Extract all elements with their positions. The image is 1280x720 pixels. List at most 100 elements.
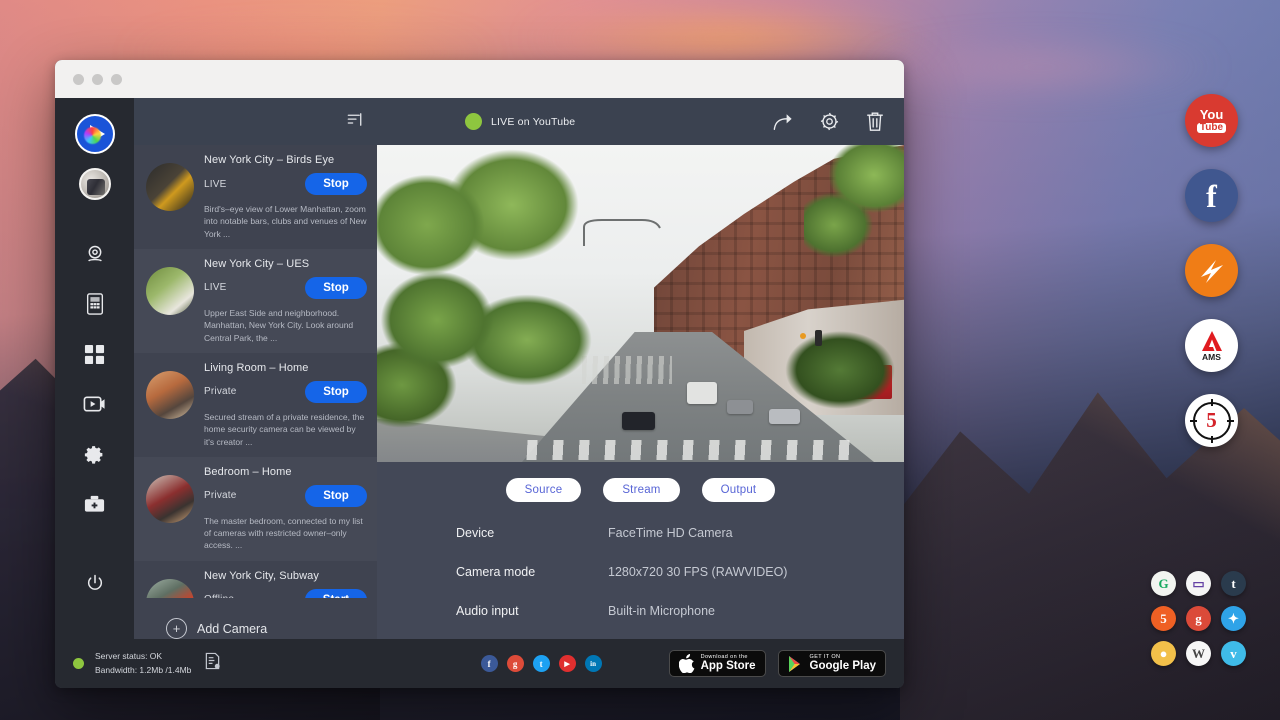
delete-button[interactable] (862, 109, 888, 135)
camera-action-button[interactable]: Stop (305, 173, 367, 195)
adobe-ams-logo-icon: AMS (1200, 330, 1224, 362)
camera-list-item[interactable]: New York City, SubwayOfflineStartNew Yor… (134, 561, 377, 598)
camera-list-item[interactable]: Living Room – HomePrivateStopSecured str… (134, 353, 377, 457)
window-titlebar[interactable] (55, 60, 904, 98)
camera-status-row: PrivateStop (204, 485, 367, 507)
camera-title: Living Room – Home (204, 362, 367, 374)
camera-item-body: Bedroom – Home PrivateStop The master bedr… (204, 466, 367, 552)
sidebar-item-cameras[interactable] (75, 234, 115, 274)
dock-app-facebook[interactable]: f (1185, 169, 1238, 222)
dock-mini-twitch[interactable]: ▭ (1186, 571, 1211, 596)
sidebar-item-grid[interactable] (75, 334, 115, 374)
camera-title: Bedroom – Home (204, 466, 367, 478)
sky-cloud-streak (860, 40, 1220, 94)
tab-source[interactable]: Source (506, 478, 582, 502)
camera-item-body: New York City, SubwayOfflineStartNew Yor… (204, 570, 367, 598)
info-row: Audio inputBuilt-in Microphone (456, 604, 904, 618)
tab-output[interactable]: Output (702, 478, 776, 502)
preview-vehicle (687, 382, 717, 404)
dock-mini-flickr[interactable]: ● (1151, 641, 1176, 666)
camera-action-button[interactable]: Stop (305, 485, 367, 507)
social-link-youtube[interactable]: ▶ (559, 655, 576, 672)
camera-list-toolbar (134, 98, 377, 145)
camera-status-row: LIVEStop (204, 173, 367, 195)
camera-list-item[interactable]: New York City – Birds EyeLIVEStopBird's–… (134, 145, 377, 249)
dock-mini-tumblr[interactable]: t (1221, 571, 1246, 596)
video-preview[interactable] (377, 145, 904, 462)
camera-list-item[interactable]: Bedroom – Home PrivateStop The master bedr… (134, 457, 377, 561)
sidebar-item-devices[interactable] (75, 284, 115, 324)
dock-mini-wordpress[interactable]: W (1186, 641, 1211, 666)
camera-description: The master bedroom, connected to my list… (204, 515, 367, 552)
video-player-icon (83, 395, 106, 413)
camera-list-item[interactable]: New York City – UESLIVEStopUpper East Si… (134, 249, 377, 353)
social-link-twitter[interactable]: t (533, 655, 550, 672)
info-value[interactable]: Built-in Microphone (608, 604, 715, 618)
camera-item-body: New York City – UESLIVEStopUpper East Si… (204, 258, 367, 344)
camera-list-scroll[interactable]: New York City – Birds EyeLIVEStopBird's–… (134, 145, 377, 598)
gear-icon (819, 111, 840, 132)
adobe-ams-label: AMS (1202, 353, 1221, 362)
application-window: New York City – Birds EyeLIVEStopBird's–… (55, 60, 904, 688)
share-button[interactable] (770, 109, 796, 135)
desktop-mini-dock: G ▭ t 5g ✦ ● Wv (1146, 566, 1251, 671)
social-link-facebook[interactable]: f (481, 655, 498, 672)
camera-title: New York City – UES (204, 258, 367, 270)
camera-action-button[interactable]: Stop (305, 381, 367, 403)
zoom-button[interactable] (111, 74, 122, 85)
info-label: Camera mode (456, 565, 608, 579)
wirecast-bolt-icon (1194, 253, 1230, 289)
youtube-logo-icon: YouTube (1197, 108, 1226, 133)
apple-icon (679, 654, 695, 673)
camera-action-button[interactable]: Stop (305, 277, 367, 299)
dock-app-adobe-ams[interactable]: AMS (1185, 319, 1238, 372)
sidebar-item-settings[interactable] (75, 434, 115, 474)
sidebar-item-app-logo[interactable] (75, 114, 115, 154)
store-badge-app-store[interactable]: Download on theApp Store (669, 650, 766, 677)
dock-app-wirecast[interactable] (1185, 244, 1238, 297)
social-link-linkedin[interactable]: in (585, 655, 602, 672)
sidebar-item-player[interactable] (75, 384, 115, 424)
sidebar-rail (55, 98, 134, 639)
social-link-google-plus[interactable]: g (507, 655, 524, 672)
play-triangle-icon (788, 655, 804, 673)
dock-app-youtube[interactable]: YouTube (1185, 94, 1238, 147)
sidebar-item-power[interactable] (75, 563, 115, 603)
preview-traffic-signal (815, 330, 822, 346)
dock-mini-grammarly[interactable]: G (1151, 571, 1176, 596)
sidebar-item-support[interactable] (75, 484, 115, 524)
store-main-label: Google Play (810, 660, 876, 672)
close-button[interactable] (73, 74, 84, 85)
store-badge-google-play[interactable]: GET IT ONGoogle Play (778, 650, 886, 677)
dock-mini-five-orange[interactable]: 5 (1151, 606, 1176, 631)
camera-status-row: LIVEStop (204, 277, 367, 299)
sky-cloud-streak (520, 8, 940, 68)
adobe-a-icon (1200, 330, 1224, 352)
log-document-icon[interactable] (204, 652, 221, 675)
dock-mini-vimeo[interactable]: v (1221, 641, 1246, 666)
camera-thumbnail (146, 475, 194, 523)
info-row: Camera mode1280x720 30 FPS (RAWVIDEO) (456, 565, 904, 579)
info-value[interactable]: FaceTime HD Camera (608, 526, 733, 540)
sidebar-item-user-avatar[interactable] (79, 168, 111, 200)
first-aid-kit-icon (83, 494, 106, 514)
add-camera-button[interactable]: + Add Camera (134, 598, 377, 639)
camera-thumbnail (146, 371, 194, 419)
store-badges: Download on theApp Store GET IT ONGoogle … (669, 650, 886, 677)
camera-item-body: New York City – Birds EyeLIVEStopBird's–… (204, 154, 367, 240)
preview-tree-right-lower (780, 320, 900, 420)
dock-mini-twitter[interactable]: ✦ (1221, 606, 1246, 631)
server-status-text: Server status: OK Bandwidth: 1.2Mb /1.4M… (95, 650, 191, 676)
dock-app-channel-five[interactable]: 5 (1185, 394, 1238, 447)
tab-stream[interactable]: Stream (603, 478, 679, 502)
minimize-button[interactable] (92, 74, 103, 85)
stream-settings-button[interactable] (816, 109, 842, 135)
camera-status-row: OfflineStart (204, 589, 367, 598)
camera-action-button[interactable]: Start (305, 589, 367, 598)
preview-signal-lamp (800, 333, 806, 339)
sort-icon[interactable] (346, 111, 363, 133)
dock-mini-google-plus[interactable]: g (1186, 606, 1211, 631)
camera-title: New York City – Birds Eye (204, 154, 367, 166)
info-value[interactable]: 1280x720 30 FPS (RAWVIDEO) (608, 565, 787, 579)
main-panel: LIVE on YouTube (377, 98, 904, 639)
